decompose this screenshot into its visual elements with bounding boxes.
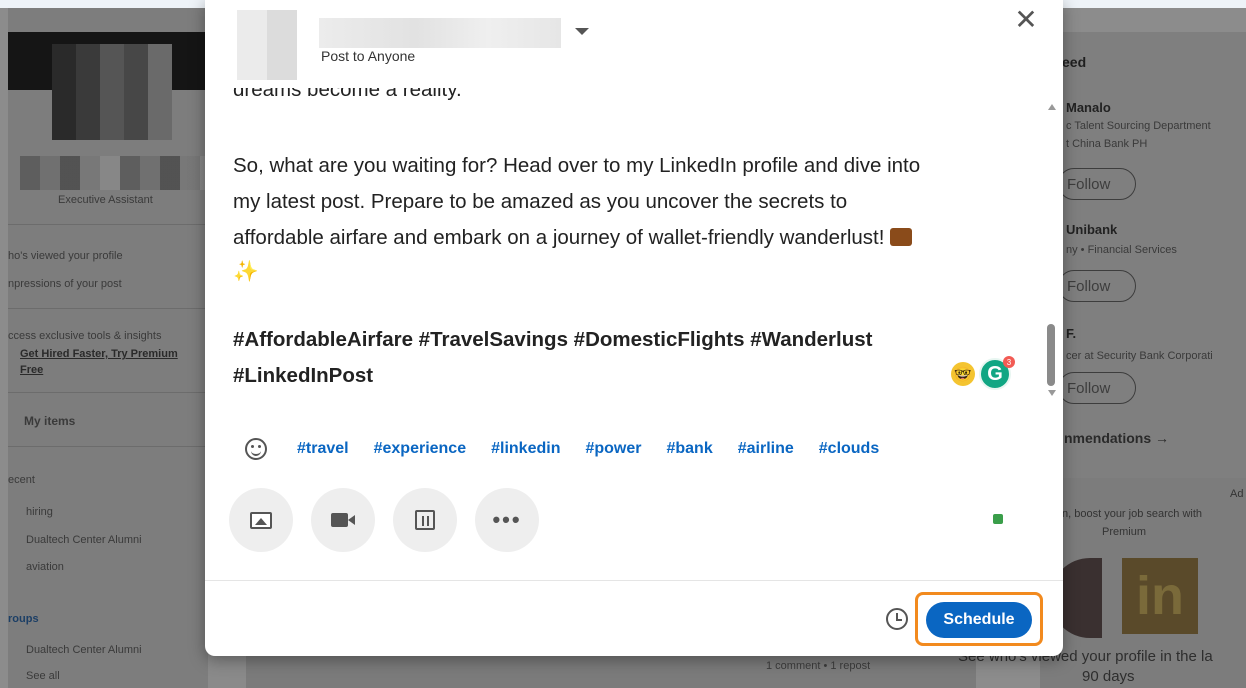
premium-teaser: ccess exclusive tools & insights (8, 330, 162, 342)
editor-line-partial: dreams become a reality. (233, 88, 462, 101)
add-video-button[interactable] (311, 488, 375, 552)
author-avatar (237, 10, 297, 80)
see-all-link[interactable]: See all (26, 670, 60, 682)
divider (8, 308, 208, 309)
status-indicator (993, 514, 1003, 524)
post-text-editor[interactable]: dreams become a reality. So, what are yo… (233, 86, 1033, 402)
editor-line: my latest post. Prepare to be amazed as … (233, 190, 848, 213)
editor-scrollbar[interactable] (1047, 100, 1057, 400)
author-name-blurred[interactable] (319, 18, 561, 48)
hashtag-suggestion[interactable]: #travel (297, 440, 349, 458)
hashtag-suggestion[interactable]: #linkedin (491, 440, 560, 458)
create-event-button[interactable] (393, 488, 457, 552)
suggestion-name[interactable]: Manalo (1066, 100, 1111, 115)
recent-item[interactable]: aviation (26, 561, 64, 573)
suggestion-name[interactable]: F. (1066, 326, 1076, 341)
post-engagement[interactable]: 1 comment • 1 repost (766, 660, 870, 672)
more-icon: ••• (492, 507, 522, 532)
modal-footer-divider (205, 580, 1063, 581)
editor-line-text: affordable airfare and embark on a journ… (233, 226, 885, 249)
recent-item[interactable]: hiring (26, 506, 53, 518)
linkedin-logo: in (1122, 558, 1198, 634)
scroll-up-arrow-icon[interactable] (1048, 104, 1056, 110)
schedule-button[interactable]: Schedule (926, 602, 1032, 638)
clock-icon[interactable] (886, 608, 908, 630)
hashtag-suggestion[interactable]: #airline (738, 440, 794, 458)
nerd-emoji-icon: 🤓 (951, 362, 975, 386)
profile-avatar-blurred (52, 44, 172, 140)
my-items-link[interactable]: My items (24, 414, 75, 428)
group-item[interactable]: Dualtech Center Alumni (26, 644, 142, 656)
ad-text: Premium (1102, 526, 1147, 538)
ad-cta[interactable]: 90 days (1082, 668, 1135, 685)
calendar-icon (415, 510, 435, 530)
right-rail: eed Manalo c Talent Sourcing Department … (1040, 32, 1246, 532)
follow-button[interactable]: Follow (1058, 168, 1136, 200)
photo-icon (250, 511, 272, 529)
scroll-thumb[interactable] (1047, 324, 1055, 386)
impressions-link[interactable]: npressions of your post (8, 278, 122, 290)
follow-button[interactable]: Follow (1058, 270, 1136, 302)
recent-item[interactable]: Dualtech Center Alumni (26, 534, 142, 546)
emoji-picker-icon[interactable] (245, 438, 267, 460)
scroll-down-arrow-icon[interactable] (1048, 390, 1056, 396)
divider (8, 224, 208, 225)
hashtag-suggestion[interactable]: #power (585, 440, 641, 458)
suggestion-name[interactable]: Unibank (1066, 222, 1117, 237)
follow-button[interactable]: Follow (1058, 372, 1136, 404)
add-photo-button[interactable] (229, 488, 293, 552)
editor-line-with-emoji: affordable airfare and embark on a journ… (233, 224, 913, 252)
viewers-link[interactable]: ho's viewed your profile (8, 250, 123, 262)
profile-name-blurred (20, 156, 210, 190)
divider (8, 446, 208, 447)
briefcase-emoji-icon (890, 228, 913, 246)
add-to-feed-header: eed (1062, 54, 1087, 70)
suggested-hashtags: #travel #experience #linkedin #power #ba… (245, 434, 904, 464)
premium-link-free[interactable]: Free (20, 364, 43, 376)
close-button[interactable]: ✕ (1011, 4, 1041, 35)
create-post-modal: Post to Anyone ✕ dreams become a reality… (205, 0, 1063, 656)
sparkles-emoji-icon: ✨ (233, 260, 259, 283)
editor-hashtag-line: #LinkedInPost (233, 364, 374, 387)
suggestion-subtitle: cer at Security Bank Corporati (1066, 350, 1213, 362)
recent-header: ecent (8, 474, 35, 486)
premium-link[interactable]: Get Hired Faster, Try Premium (20, 348, 178, 360)
suggestion-subtitle: c Talent Sourcing Department (1066, 120, 1211, 132)
recommendations-link[interactable]: nmendations → (1064, 430, 1169, 446)
editor-hashtag-line: #AffordableAirfare #TravelSavings #Domes… (233, 328, 873, 351)
divider (8, 392, 208, 393)
chevron-down-icon[interactable] (575, 28, 589, 35)
profile-headline: Executive Assistant (58, 194, 153, 206)
ad-label: Ad (1230, 488, 1244, 500)
editor-line: So, what are you waiting for? Head over … (233, 154, 921, 177)
more-options-button[interactable]: ••• (475, 488, 539, 552)
hashtag-suggestion[interactable]: #experience (374, 440, 467, 458)
hashtag-suggestion[interactable]: #bank (666, 440, 712, 458)
post-visibility-label[interactable]: Post to Anyone (321, 48, 415, 64)
suggestion-subtitle: t China Bank PH (1066, 138, 1148, 150)
suggestion-subtitle: ny • Financial Services (1066, 244, 1177, 256)
post-toolbar: ••• (229, 488, 557, 552)
video-icon (331, 513, 355, 527)
grammarly-count-badge: 3 (1003, 356, 1015, 368)
ad-text: n, boost your job search with (1062, 508, 1203, 520)
left-sidebar: Executive Assistant ho's viewed your pro… (8, 8, 210, 688)
groups-header[interactable]: roups (8, 613, 39, 625)
hashtag-suggestion[interactable]: #clouds (819, 440, 879, 458)
